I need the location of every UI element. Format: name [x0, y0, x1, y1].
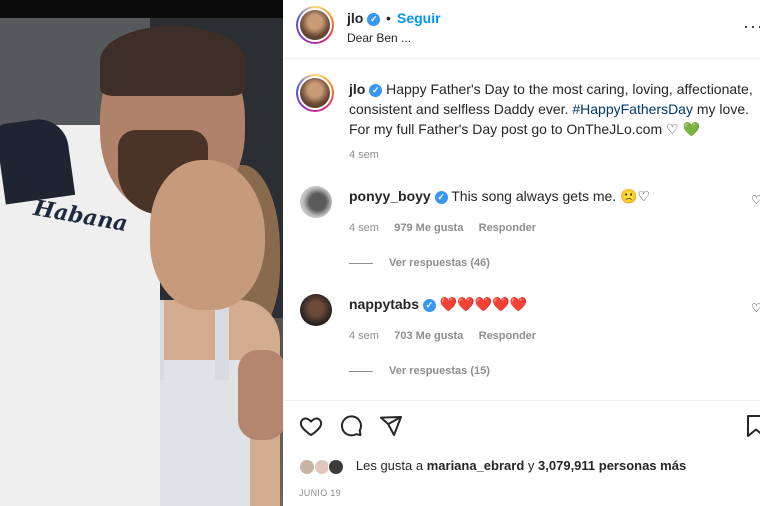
caption-timestamp[interactable]: 4 sem [349, 149, 379, 161]
post-photo[interactable]: Habana [0, 0, 283, 506]
post-date[interactable]: JUNIO 19 [299, 488, 341, 498]
comment-item: nappytabs ✓ ❤️❤️❤️❤️❤️ [349, 296, 527, 313]
verified-badge-icon: ✓ [434, 190, 448, 204]
likes-prefix: Les gusta a [355, 458, 424, 473]
comment-username[interactable]: nappytabs [349, 296, 419, 312]
verified-badge-icon: ✓ [369, 83, 383, 97]
like-heart-icon[interactable] [299, 414, 323, 438]
likes-count[interactable]: 3,079,911 personas más [538, 458, 686, 473]
caption-emoji: ♡ 💚 [666, 121, 700, 137]
post-details-panel: jlo ✓ • Seguir Dear Ben ... ··· jlo ✓ Ha… [283, 0, 760, 506]
photo-man-hand [238, 350, 283, 440]
liker-avatar[interactable] [313, 458, 330, 475]
caption-text: Happy Father's Day to the most caring, l… [349, 81, 753, 117]
header-divider [283, 58, 760, 59]
caption-username[interactable]: jlo [349, 81, 365, 97]
comment-meta: 4 sem 979 Me gusta Responder [349, 222, 536, 234]
liker-avatar[interactable] [299, 458, 315, 475]
likes-summary: Les gusta a mariana_ebrard y 3,079,911 p… [299, 458, 686, 475]
photo-overall-strap [215, 300, 229, 380]
photo-man-hair [100, 26, 245, 96]
comment-likes-count[interactable]: 703 Me gusta [394, 330, 463, 342]
caption-hashtag[interactable]: #HappyFathersDay [572, 101, 693, 117]
follow-button[interactable]: Seguir [397, 10, 441, 26]
author-avatar[interactable] [296, 6, 334, 44]
comment-username[interactable]: ponyy_boyy [349, 188, 431, 204]
comment-bubble-icon[interactable] [339, 414, 363, 438]
comment-timestamp[interactable]: 4 sem [349, 330, 379, 342]
author-username[interactable]: jlo ✓ [347, 10, 381, 26]
comment-meta: 4 sem 703 Me gusta Responder [349, 330, 536, 342]
comment-text: This song always gets me. 🙁♡ [451, 188, 651, 204]
photo-woman-head [150, 160, 265, 310]
comment-item: ponyy_boyy ✓ This song always gets me. 🙁… [349, 188, 650, 205]
view-replies-button[interactable]: Ver respuestas (46) [349, 257, 490, 269]
comment-text: ❤️❤️❤️❤️❤️ [439, 296, 527, 312]
actions-divider [283, 400, 760, 401]
replies-line [349, 262, 373, 264]
comment-like-heart-icon[interactable]: ♡ [751, 193, 760, 207]
comment-avatar[interactable] [300, 186, 332, 218]
likes-and: y [527, 458, 535, 473]
post-caption: jlo ✓ Happy Father's Day to the most car… [349, 79, 754, 139]
comment-reply-button[interactable]: Responder [479, 330, 536, 342]
post-audio-subtitle[interactable]: Dear Ben ... [347, 31, 411, 45]
header-separator: • [386, 10, 391, 26]
comment-timestamp[interactable]: 4 sem [349, 222, 379, 234]
comment-like-heart-icon[interactable]: ♡ [751, 301, 760, 315]
photo-top-bar [0, 0, 283, 18]
caption-avatar[interactable] [296, 74, 334, 112]
verified-badge-icon: ✓ [367, 12, 381, 26]
comment-avatar[interactable] [300, 294, 332, 326]
liker-avatar[interactable] [328, 458, 345, 475]
share-send-icon[interactable] [379, 414, 403, 438]
save-bookmark-icon[interactable] [745, 414, 760, 438]
verified-badge-icon: ✓ [422, 298, 436, 312]
more-options-icon[interactable]: ··· [743, 16, 760, 37]
replies-line [349, 370, 373, 372]
likes-user[interactable]: mariana_ebrard [427, 458, 525, 473]
comment-reply-button[interactable]: Responder [479, 222, 536, 234]
comment-likes-count[interactable]: 979 Me gusta [394, 222, 463, 234]
view-replies-button[interactable]: Ver respuestas (15) [349, 365, 490, 377]
